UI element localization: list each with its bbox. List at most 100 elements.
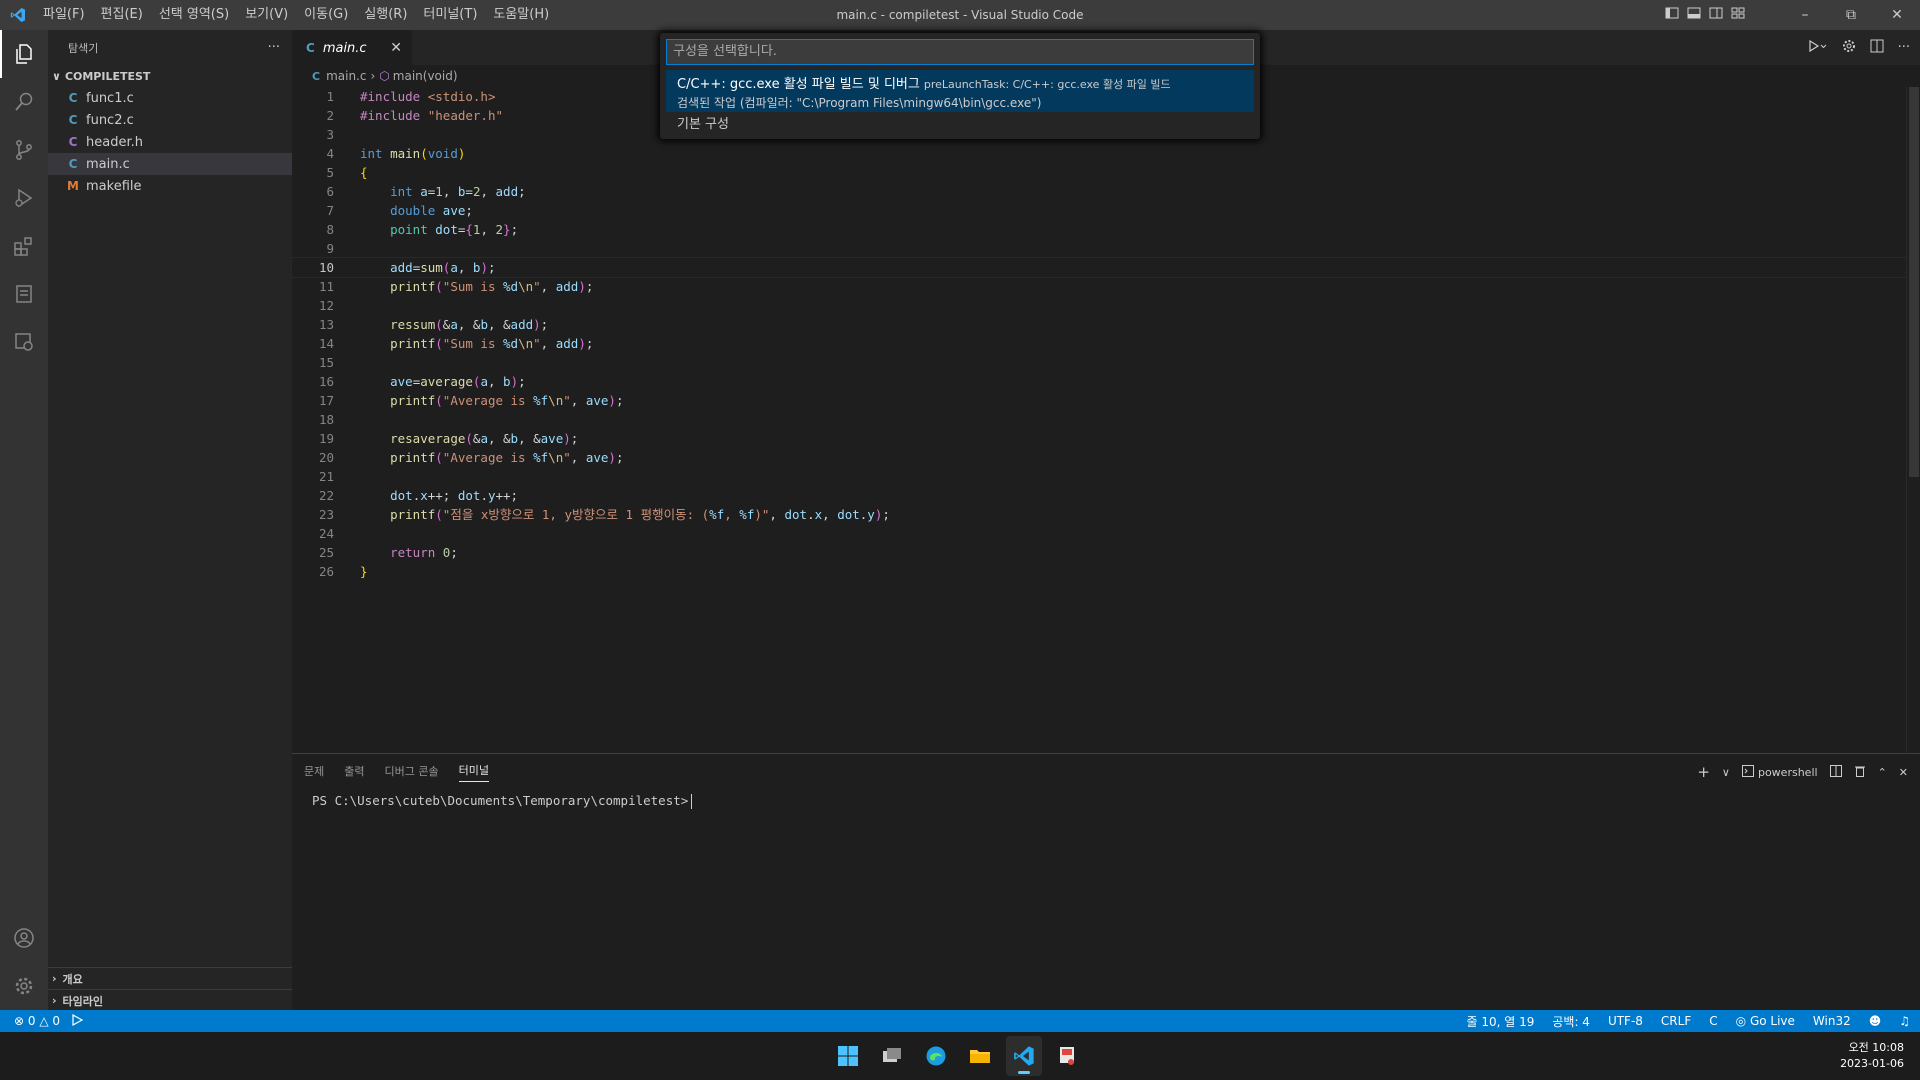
menu-selection[interactable]: 선택 영역(S) (151, 0, 237, 30)
menu-terminal[interactable]: 터미널(T) (415, 0, 485, 30)
maximize-panel-icon[interactable]: ⌃ (1878, 766, 1887, 779)
code-line: 21 (318, 469, 334, 484)
terminal-cursor (691, 794, 693, 809)
settings-gear-icon[interactable] (1842, 39, 1856, 57)
file-func1-c[interactable]: C func1.c (48, 87, 292, 109)
minimize-icon[interactable]: – (1782, 0, 1828, 30)
item-label: C/C++: gcc.exe 활성 파일 빌드 및 디버그 (677, 77, 920, 92)
chevron-right-icon: › (52, 972, 57, 985)
toggle-panel-icon[interactable] (1687, 6, 1701, 24)
file-label: func2.c (86, 112, 134, 128)
extensions-icon[interactable] (0, 222, 48, 270)
file-header-h[interactable]: C header.h (48, 131, 292, 153)
tab-label: main.c (322, 40, 367, 56)
new-terminal-icon[interactable]: + (1697, 763, 1710, 781)
problems-status[interactable]: ⊗ 0 △ 0 (14, 1014, 60, 1028)
more-actions-icon[interactable]: ··· (1898, 40, 1910, 55)
menu-view[interactable]: 보기(V) (237, 0, 296, 30)
run-debug-dropdown-icon[interactable] (1808, 39, 1828, 57)
chevron-down-icon[interactable]: ∨ (1722, 766, 1730, 779)
terminal-prompt: PS C:\Users\cuteb\Documents\Temporary\co… (312, 793, 689, 808)
split-editor-icon[interactable] (1870, 39, 1884, 57)
file-main-c[interactable]: C main.c (48, 153, 292, 175)
code-line: 7 double ave; (326, 203, 473, 218)
system-clock[interactable]: 오전 10:08 2023-01-06 (1840, 1040, 1904, 1072)
accounts-icon[interactable] (0, 914, 48, 962)
platform[interactable]: Win32 (1813, 1014, 1851, 1028)
notifications-bell-icon[interactable]: ♫ (1899, 1014, 1910, 1028)
code-line: 9 (326, 241, 334, 256)
folder-label: COMPILETEST (64, 69, 151, 83)
remote-explorer-icon[interactable] (0, 318, 48, 366)
tab-output[interactable]: 출력 (344, 763, 364, 782)
symbol-method-icon: ⬡ (379, 69, 390, 83)
language-mode[interactable]: C (1709, 1014, 1717, 1028)
menu-bar: 파일(F) 편집(E) 선택 영역(S) 보기(V) 이동(G) 실행(R) 터… (35, 0, 557, 30)
breadcrumb-file[interactable]: main.c (326, 69, 366, 83)
quick-pick-item-default-config[interactable]: 기본 구성 (666, 114, 1254, 136)
folder-compiletest[interactable]: ∨ COMPILETEST (48, 65, 292, 87)
makefile-icon: M (67, 179, 79, 193)
search-icon[interactable] (0, 78, 48, 126)
bottom-panel: 문제 출력 디버그 콘솔 터미널 + ∨ powershell ⌃ ✕ PS C… (292, 753, 1920, 1010)
menu-go[interactable]: 이동(G) (296, 0, 356, 30)
toggle-secondary-sidebar-icon[interactable] (1709, 6, 1723, 24)
edge-browser-icon[interactable] (918, 1036, 954, 1076)
encoding[interactable]: UTF-8 (1608, 1014, 1643, 1028)
manage-gear-icon[interactable] (0, 962, 48, 1010)
quick-pick-item-gcc-build-debug[interactable]: C/C++: gcc.exe 활성 파일 빌드 및 디버그 preLaunchTa… (666, 70, 1254, 112)
tab-problems[interactable]: 문제 (304, 763, 324, 782)
trash-icon[interactable] (1854, 765, 1866, 780)
menu-file[interactable]: 파일(F) (35, 0, 93, 30)
close-panel-icon[interactable]: ✕ (1899, 766, 1908, 779)
file-label: main.c (86, 156, 130, 172)
testing-icon[interactable] (0, 270, 48, 318)
run-debug-status-icon[interactable] (70, 1013, 84, 1029)
c-file-icon: C (306, 41, 315, 55)
outline-section[interactable]: › 개요 (48, 967, 292, 989)
toggle-sidebar-icon[interactable] (1665, 6, 1679, 24)
customize-layout-icon[interactable] (1731, 6, 1745, 24)
scrollbar-thumb[interactable] (1909, 87, 1919, 477)
c-file-icon: C (68, 91, 78, 105)
indentation[interactable]: 공백: 4 (1552, 1013, 1590, 1030)
more-actions-icon[interactable]: ··· (268, 40, 280, 55)
c-file-icon: C (312, 69, 321, 83)
editor-scrollbar[interactable] (1906, 87, 1920, 753)
restore-icon[interactable]: ⧉ (1828, 0, 1874, 30)
tab-debug-console[interactable]: 디버그 콘솔 (385, 763, 439, 782)
code-line: 18 (318, 412, 334, 427)
snipping-tool-icon[interactable] (1050, 1036, 1086, 1076)
timeline-section[interactable]: › 타임라인 (48, 989, 292, 1011)
task-view-icon[interactable] (874, 1036, 910, 1076)
split-terminal-icon[interactable] (1829, 764, 1842, 780)
file-explorer-icon[interactable] (962, 1036, 998, 1076)
windows-taskbar: 오전 10:08 2023-01-06 (0, 1032, 1920, 1080)
source-control-icon[interactable] (0, 126, 48, 174)
tab-terminal[interactable]: 터미널 (458, 762, 489, 782)
feedback-icon[interactable]: ☻ (1869, 1014, 1882, 1028)
end-of-line[interactable]: CRLF (1661, 1014, 1691, 1028)
tab-main-c[interactable]: C main.c ✕ (292, 30, 412, 65)
breadcrumb-symbol[interactable]: main(void) (393, 69, 458, 83)
menu-edit[interactable]: 편집(E) (93, 0, 151, 30)
menu-run[interactable]: 실행(R) (356, 0, 415, 30)
item-detail: 검색된 작업 (컴파일러: "C:\Program Files\mingw64\… (677, 96, 1042, 110)
terminal-icon (1741, 764, 1754, 780)
windows-start-icon[interactable] (830, 1036, 866, 1076)
quick-pick-input[interactable]: 구성을 선택합니다. (666, 39, 1254, 65)
explorer-icon[interactable] (0, 30, 48, 78)
file-func2-c[interactable]: C func2.c (48, 109, 292, 131)
terminal-shell-name[interactable]: powershell (1758, 766, 1818, 779)
cursor-position[interactable]: 줄 10, 열 19 (1466, 1013, 1534, 1030)
close-window-icon[interactable]: ✕ (1874, 0, 1920, 30)
go-live-button[interactable]: ◎ Go Live (1736, 1014, 1795, 1028)
close-icon[interactable]: ✕ (390, 40, 402, 56)
vscode-logo-icon (0, 0, 35, 30)
menu-help[interactable]: 도움말(H) (485, 0, 557, 30)
code-editor[interactable]: 1 #include <stdio.h> 2 #include "header.h"… (291, 87, 1920, 753)
file-makefile[interactable]: M makefile (48, 175, 292, 197)
vscode-taskbar-icon[interactable] (1006, 1036, 1042, 1076)
run-debug-icon[interactable] (0, 174, 48, 222)
terminal-output[interactable]: PS C:\Users\cuteb\Documents\Temporary\co… (312, 793, 693, 809)
